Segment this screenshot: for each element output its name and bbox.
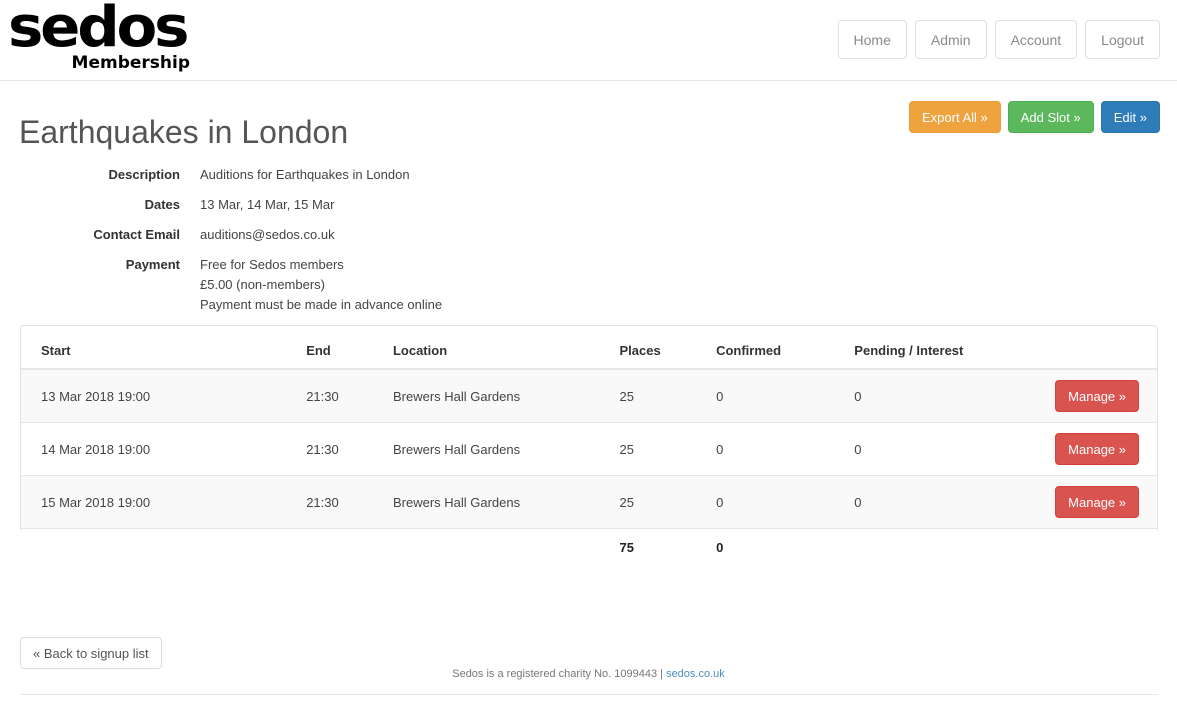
detail-text: 13 Mar, 14 Mar, 15 Mar [200,195,334,215]
cell-places: 25 [612,369,709,423]
page-title: Earthquakes in London [0,80,1177,149]
detail-row-description: Description Auditions for Earthquakes in… [0,165,1177,185]
column-header-location: Location [385,326,612,369]
detail-value-contact-email: auditions@sedos.co.uk [200,225,335,245]
totals-cell-confirmed: 0 [708,529,846,567]
table-totals-row: 75 0 [21,529,1157,567]
slots-table: Start End Location Places Confirmed Pend… [21,326,1157,566]
detail-label-payment: Payment [0,255,180,275]
detail-row-payment: Payment Free for Sedos members £5.00 (no… [0,255,1177,315]
cell-confirmed: 0 [708,476,846,529]
nav-item-admin[interactable]: Admin [915,20,987,59]
detail-row-contact-email: Contact Email auditions@sedos.co.uk [0,225,1177,245]
table-header-row: Start End Location Places Confirmed Pend… [21,326,1157,369]
nav-item-logout[interactable]: Logout [1085,20,1160,59]
detail-text: Payment must be made in advance online [200,295,442,315]
detail-label-contact-email: Contact Email [0,225,180,245]
detail-text: £5.00 (non-members) [200,275,442,295]
slots-table-head: Start End Location Places Confirmed Pend… [21,326,1157,369]
cell-confirmed: 0 [708,369,846,423]
totals-cell-actions [1047,529,1157,567]
primary-navigation: Home Admin Account Logout [838,20,1160,59]
detail-label-description: Description [0,165,180,185]
detail-row-dates: Dates 13 Mar, 14 Mar, 15 Mar [0,195,1177,215]
cell-location: Brewers Hall Gardens [385,423,612,476]
cell-pending: 0 [846,476,1047,529]
cell-pending: 0 [846,423,1047,476]
column-header-pending: Pending / Interest [846,326,1047,369]
cell-start: 13 Mar 2018 19:00 [21,369,298,423]
cell-actions: Manage » [1047,476,1157,529]
charity-text: Sedos is a registered charity No. 109944… [452,668,663,680]
cell-start: 14 Mar 2018 19:00 [21,423,298,476]
manage-button[interactable]: Manage » [1055,380,1139,412]
nav-item-home[interactable]: Home [838,20,907,59]
site-logo[interactable]: sedos Membership [8,2,268,72]
cell-location: Brewers Hall Gardens [385,369,612,423]
detail-text: Auditions for Earthquakes in London [200,165,410,185]
detail-value-dates: 13 Mar, 14 Mar, 15 Mar [200,195,334,215]
site-footer: Sedos is a registered charity No. 109944… [0,668,1177,680]
cell-actions: Manage » [1047,369,1157,423]
cell-end: 21:30 [298,476,385,529]
cell-pending: 0 [846,369,1047,423]
detail-text: Free for Sedos members [200,255,442,275]
brand-wordmark: sedos [8,2,284,54]
totals-cell-pending [846,529,1047,567]
slots-panel: Start End Location Places Confirmed Pend… [20,325,1158,533]
cell-confirmed: 0 [708,423,846,476]
cell-end: 21:30 [298,423,385,476]
nav-item-account[interactable]: Account [995,20,1078,59]
cell-actions: Manage » [1047,423,1157,476]
manage-button[interactable]: Manage » [1055,486,1139,518]
totals-cell-end [298,529,385,567]
table-row: 13 Mar 2018 19:00 21:30 Brewers Hall Gar… [21,369,1157,423]
column-header-start: Start [21,326,298,369]
table-row: 15 Mar 2018 19:00 21:30 Brewers Hall Gar… [21,476,1157,529]
cell-end: 21:30 [298,369,385,423]
column-header-confirmed: Confirmed [708,326,846,369]
back-to-signup-list-button[interactable]: « Back to signup list [20,637,162,669]
detail-label-dates: Dates [0,195,180,215]
detail-value-payment: Free for Sedos members £5.00 (non-member… [200,255,442,315]
cell-location: Brewers Hall Gardens [385,476,612,529]
table-row: 14 Mar 2018 19:00 21:30 Brewers Hall Gar… [21,423,1157,476]
cell-places: 25 [612,423,709,476]
column-header-end: End [298,326,385,369]
totals-cell-start [21,529,298,567]
site-header: sedos Membership Home Admin Account Logo… [0,0,1177,81]
cell-places: 25 [612,476,709,529]
column-header-places: Places [612,326,709,369]
slots-table-body: 13 Mar 2018 19:00 21:30 Brewers Hall Gar… [21,369,1157,566]
totals-cell-places: 75 [612,529,709,567]
column-header-actions [1047,326,1157,369]
detail-text: auditions@sedos.co.uk [200,225,335,245]
manage-button[interactable]: Manage » [1055,433,1139,465]
sedos-website-link[interactable]: sedos.co.uk [666,668,725,680]
totals-cell-location [385,529,612,567]
detail-value-description: Auditions for Earthquakes in London [200,165,410,185]
cell-start: 15 Mar 2018 19:00 [21,476,298,529]
footer-divider [20,694,1158,695]
